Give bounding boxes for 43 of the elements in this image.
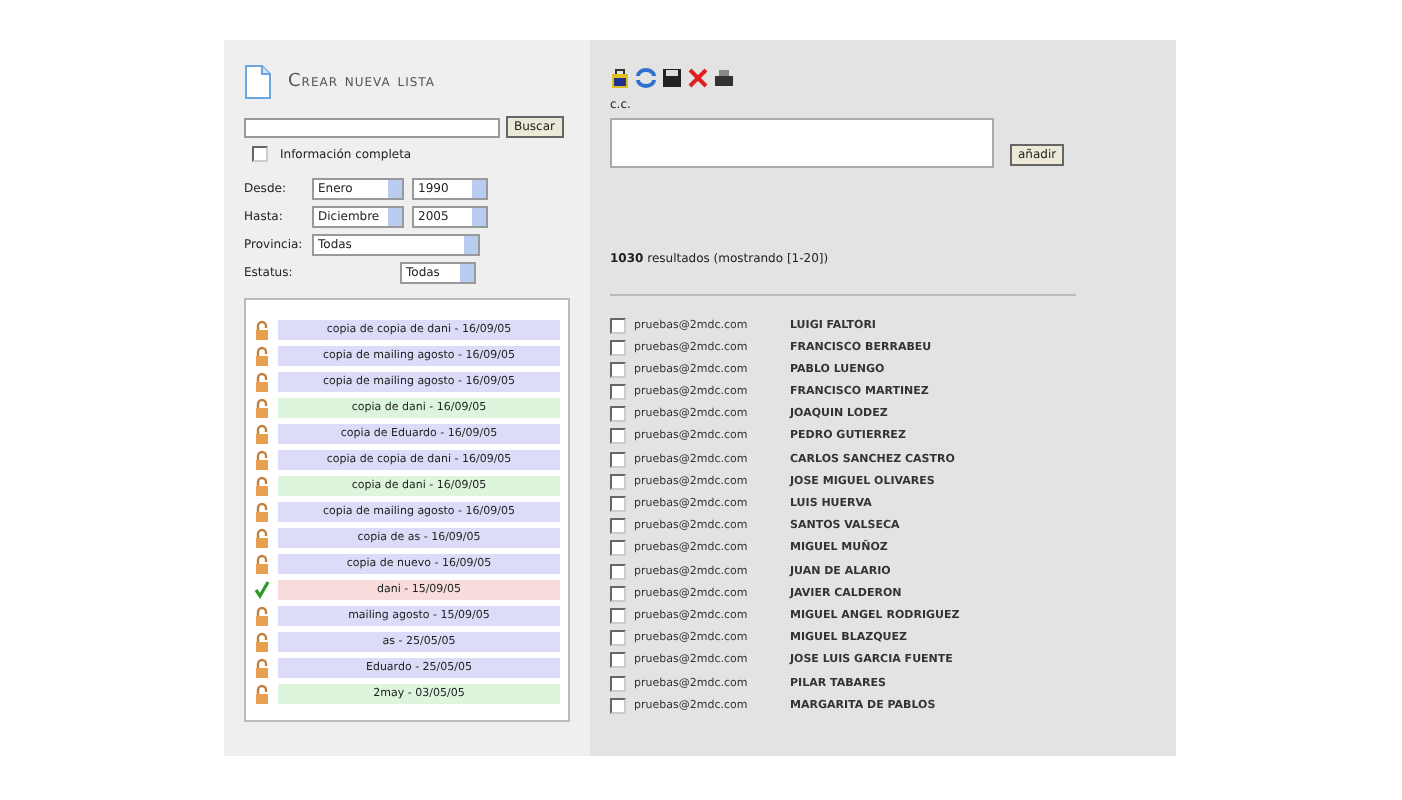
- lock-icon: [254, 606, 270, 626]
- checkbox[interactable]: [610, 675, 626, 691]
- checkbox[interactable]: [610, 540, 626, 557]
- checkbox[interactable]: [610, 361, 626, 378]
- cc-field[interactable]: [610, 118, 994, 168]
- checkbox[interactable]: [610, 406, 626, 423]
- checkbox[interactable]: [610, 339, 626, 356]
- lock-icon: [254, 346, 270, 366]
- lock-icon: [254, 320, 270, 340]
- checkbox[interactable]: [610, 473, 626, 490]
- panel-title: Crear nueva lista: [288, 72, 435, 92]
- checkbox[interactable]: [610, 451, 626, 468]
- checkbox[interactable]: [610, 630, 626, 647]
- lock-icon: [254, 658, 270, 678]
- lock-icon: [254, 450, 270, 470]
- document-icon: [244, 64, 272, 100]
- checkbox[interactable]: [252, 146, 268, 162]
- checkbox[interactable]: [610, 317, 626, 333]
- lock-icon: [254, 502, 270, 522]
- checkbox[interactable]: [610, 518, 626, 535]
- lock-icon: [254, 476, 270, 496]
- checkbox[interactable]: [610, 697, 626, 714]
- checkbox[interactable]: [610, 384, 626, 401]
- checkbox[interactable]: [610, 428, 626, 445]
- search-field[interactable]: [244, 117, 500, 137]
- check-icon: [254, 580, 270, 600]
- refresh-icon: [636, 68, 656, 88]
- checkbox[interactable]: [610, 652, 626, 669]
- lock-icon: [254, 372, 270, 392]
- lock-icon: [254, 424, 270, 444]
- checkbox[interactable]: [610, 607, 626, 624]
- lock-icon: [254, 632, 270, 652]
- lock-icon: [254, 528, 270, 548]
- checkbox[interactable]: [610, 585, 626, 602]
- bag-icon: [610, 68, 630, 88]
- checkbox[interactable]: [610, 496, 626, 512]
- lock-icon: [254, 554, 270, 574]
- checkbox[interactable]: [610, 563, 626, 580]
- save-icon: [662, 68, 682, 88]
- delete-icon: [688, 68, 708, 88]
- lock-icon: [254, 684, 270, 704]
- printer-icon: [714, 68, 734, 88]
- lock-icon: [254, 398, 270, 418]
